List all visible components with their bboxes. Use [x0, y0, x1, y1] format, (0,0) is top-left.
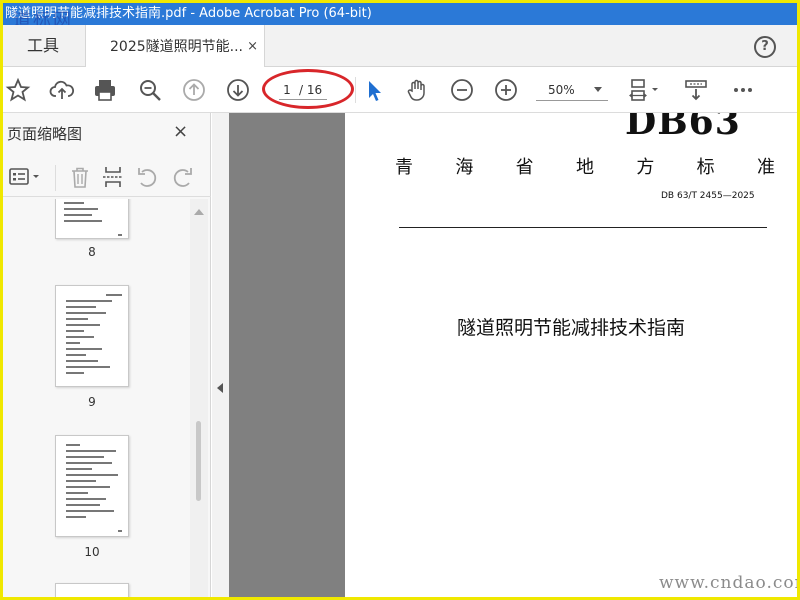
page-thumbnail-11[interactable] — [55, 583, 129, 597]
thumbnail-panel: 页面缩略图 × 8 9 10 — [3, 113, 211, 597]
bookmark-star-icon[interactable] — [5, 77, 31, 103]
scroll-mode-icon[interactable] — [683, 77, 709, 103]
page-fit-icon[interactable] — [627, 77, 663, 103]
standard-char: 准 — [756, 157, 775, 178]
previous-page-icon[interactable] — [181, 77, 207, 103]
standard-char: 海 — [455, 157, 474, 178]
panel-toolbar — [3, 159, 211, 197]
standard-type-title: 青 海 省 地 方 标 准 — [395, 153, 775, 179]
chevron-down-icon — [594, 87, 602, 92]
insert-page-icon[interactable] — [100, 164, 126, 190]
standard-number: DB 63/T 2455—2025 — [661, 191, 755, 201]
highlight-ellipse — [262, 69, 354, 109]
rotate-right-icon[interactable] — [169, 164, 195, 190]
zoom-out-magnifier-icon[interactable] — [137, 77, 163, 103]
print-icon[interactable] — [92, 77, 118, 103]
page-thumbnail-9[interactable] — [55, 285, 129, 387]
close-icon[interactable]: × — [247, 25, 258, 69]
standard-char: 省 — [515, 157, 534, 178]
standard-char: 地 — [575, 157, 594, 178]
zoom-level-dropdown[interactable]: 50% — [536, 79, 608, 101]
panel-collapse-strip[interactable] — [212, 113, 229, 597]
trash-icon[interactable] — [67, 164, 93, 190]
close-icon[interactable]: × — [173, 121, 188, 142]
header-rule — [399, 227, 767, 228]
next-page-icon[interactable] — [225, 77, 251, 103]
standard-char: 方 — [636, 157, 655, 178]
scrollbar-thumb[interactable] — [196, 421, 201, 501]
standard-logo: DB63 — [625, 113, 741, 143]
toolbar: 1 / 16 50% — [3, 67, 797, 113]
window-title: 隧道照明节能减排技术指南.pdf - Adobe Acrobat Pro (64… — [5, 6, 372, 21]
title-bar: 隧道照明节能减排技术指南.pdf - Adobe Acrobat Pro (64… — [3, 3, 797, 25]
thumbnail-scrollbar[interactable] — [190, 199, 208, 597]
standard-char: 青 — [395, 157, 413, 178]
page-thumbnail-10[interactable] — [55, 435, 129, 537]
standard-char: 标 — [696, 157, 715, 178]
tab-document[interactable]: 2025隧道照明节能... × — [85, 25, 265, 67]
page-thumbnail-8[interactable] — [55, 199, 129, 239]
document-name: 隧道照明节能减排技术指南 — [456, 317, 685, 339]
tab-tools[interactable]: 工具 — [3, 25, 83, 67]
tab-document-label: 2025隧道照明节能... — [110, 39, 243, 55]
scroll-up-arrow-icon[interactable] — [194, 209, 204, 215]
watermark-bottom-right: www.cndao.com — [659, 573, 797, 593]
panel-title: 页面缩略图 — [7, 125, 83, 143]
zoom-in-icon[interactable] — [493, 77, 519, 103]
thumbnail-label: 10 — [84, 545, 100, 559]
pdf-page: DB63 青 海 省 地 方 标 准 DB 63/T 2455—2025 隧道照… — [345, 113, 797, 597]
panel-divider — [55, 165, 56, 191]
tab-bar: 工具 2025隧道照明节能... × ? — [3, 25, 797, 67]
cloud-upload-icon[interactable] — [49, 77, 75, 103]
hand-tool-icon[interactable] — [404, 77, 430, 103]
thumbnail-label: 8 — [88, 245, 96, 259]
thumbnail-options-icon[interactable] — [7, 164, 43, 190]
rotate-left-icon[interactable] — [135, 164, 161, 190]
zoom-level-value: 50% — [548, 83, 575, 97]
select-cursor-icon[interactable] — [361, 77, 387, 103]
help-icon[interactable]: ? — [754, 36, 776, 58]
more-options-icon[interactable] — [730, 77, 756, 103]
thumbnail-list: 8 9 10 — [3, 199, 189, 597]
toolbar-divider — [355, 77, 356, 103]
thumbnail-label: 9 — [88, 395, 96, 409]
collapse-arrow-icon[interactable] — [217, 383, 223, 393]
app-frame: 隧道照明节能减排技术指南.pdf - Adobe Acrobat Pro (64… — [3, 3, 797, 597]
document-viewport[interactable]: DB63 青 海 省 地 方 标 准 DB 63/T 2455—2025 隧道照… — [229, 113, 797, 597]
zoom-out-icon[interactable] — [449, 77, 475, 103]
